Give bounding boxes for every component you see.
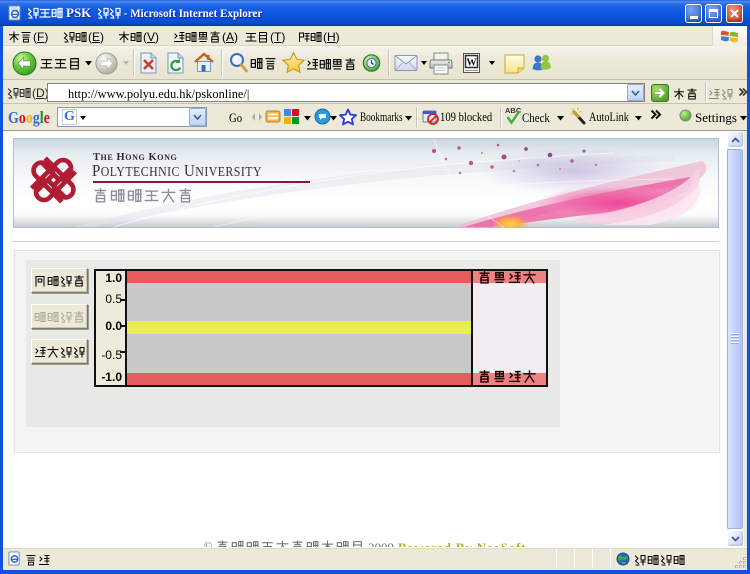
svg-text:W: W bbox=[467, 58, 477, 69]
